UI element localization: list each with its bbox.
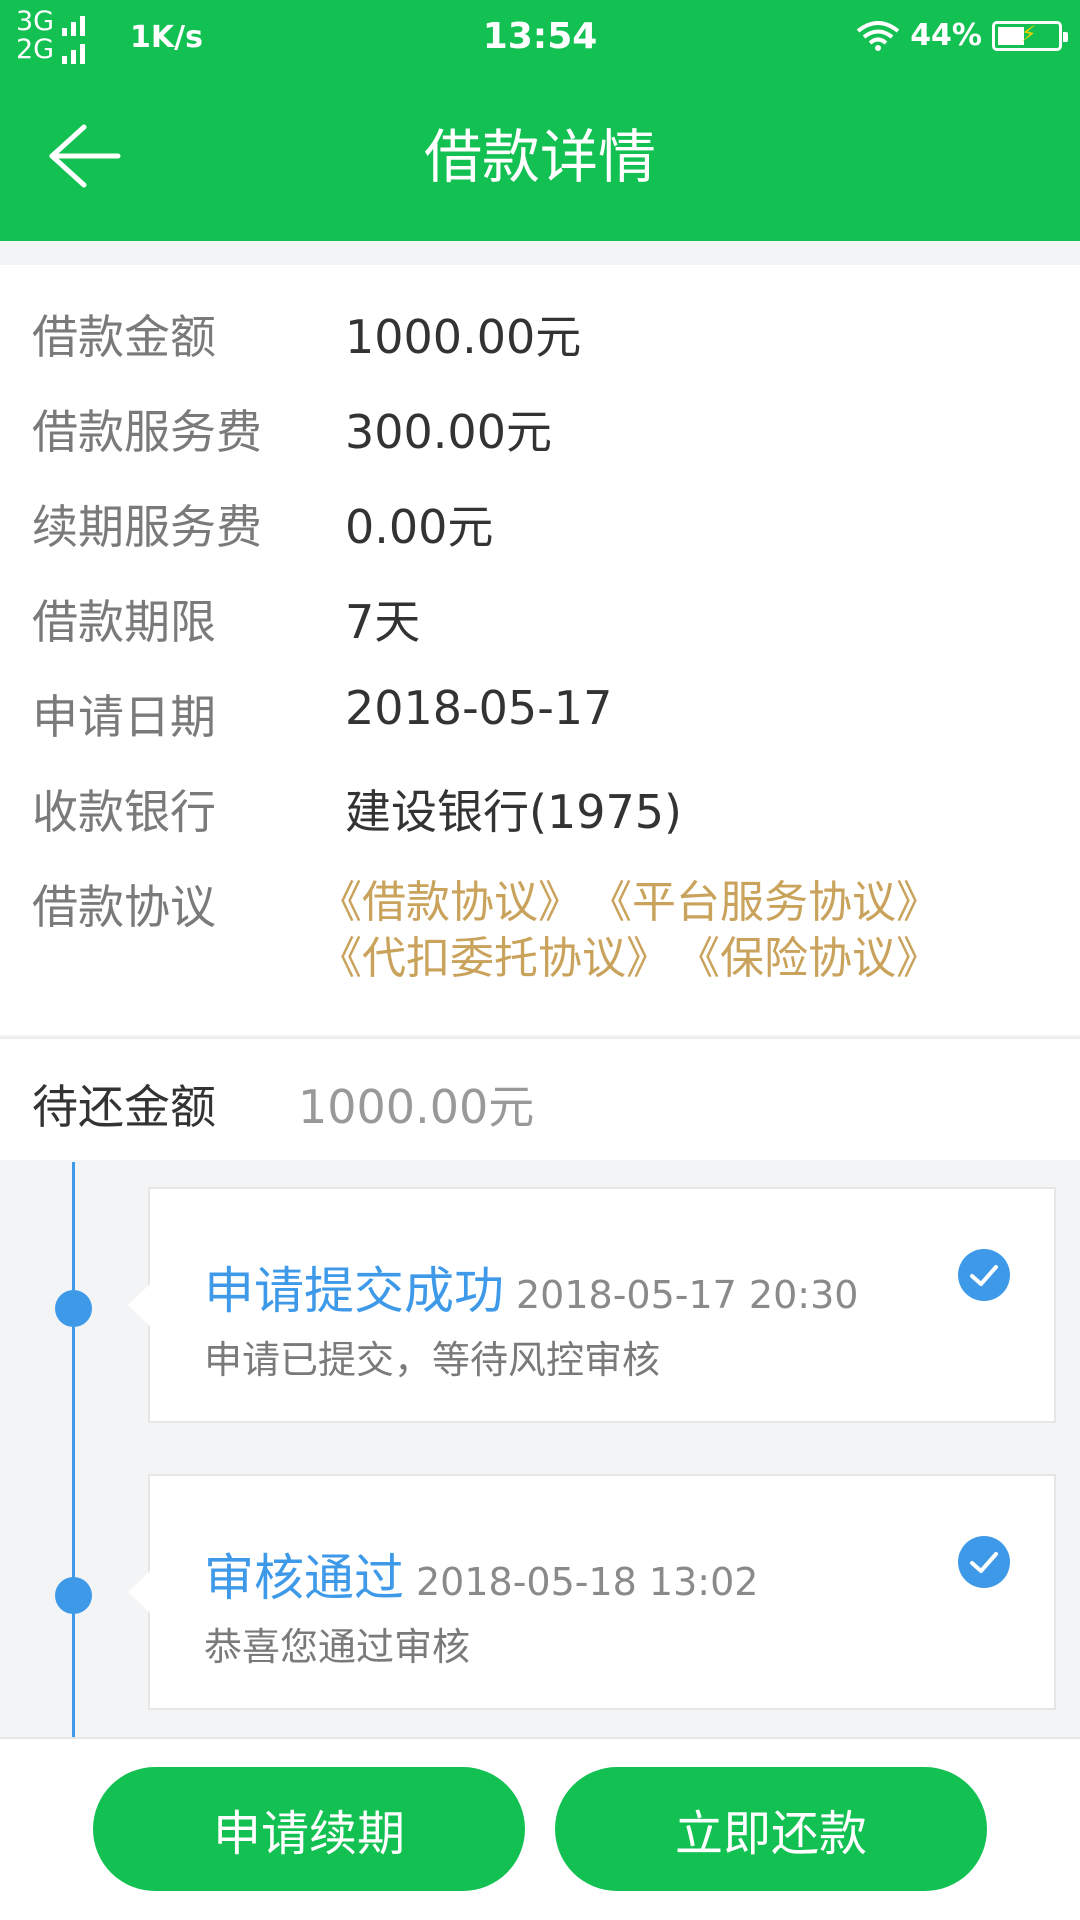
timeline-time: 2018-05-17 20:30 xyxy=(516,1273,859,1317)
repay-button[interactable]: 立即还款 xyxy=(555,1767,987,1891)
link-withholding-agreement[interactable]: 《代扣委托协议》 xyxy=(318,931,670,987)
charging-bolt-icon: ⚡ xyxy=(1021,21,1037,47)
detail-row: 续期服务费 0.00元 xyxy=(0,475,1080,570)
detail-label: 续期服务费 xyxy=(32,500,262,554)
timeline-title-line: 申请提交成功 2018-05-17 20:30 xyxy=(204,1251,858,1323)
check-circle-icon xyxy=(958,1249,1010,1301)
timeline-desc: 恭喜您通过审核 xyxy=(204,1625,471,1669)
timeline-title: 审核通过 xyxy=(204,1549,404,1607)
timeline-time: 2018-05-18 13:02 xyxy=(416,1560,759,1604)
detail-value: 7天 xyxy=(345,595,421,649)
detail-label: 借款期限 xyxy=(32,595,216,649)
check-circle-icon xyxy=(958,1536,1010,1588)
page-title: 借款详情 xyxy=(423,123,656,191)
link-platform-service-agreement[interactable]: 《平台服务协议》 xyxy=(588,875,940,931)
detail-value: 2018-05-17 xyxy=(345,681,613,735)
timeline-title-line: 审核通过 2018-05-18 13:02 xyxy=(204,1538,758,1610)
pending-label: 待还金额 xyxy=(32,1080,216,1134)
battery-icon: ⚡ xyxy=(992,20,1068,51)
pending-value: 1000.00元 xyxy=(298,1080,535,1134)
detail-value: 300.00元 xyxy=(345,405,552,459)
timeline-desc: 申请已提交，等待风控审核 xyxy=(204,1338,661,1382)
timeline-card: 申请提交成功 2018-05-17 20:30 申请已提交，等待风控审核 xyxy=(128,1187,1056,1423)
detail-row: 借款服务费 300.00元 xyxy=(0,380,1080,475)
timeline-dot xyxy=(55,1577,92,1614)
timeline-card: 审核通过 2018-05-18 13:02 恭喜您通过审核 xyxy=(128,1474,1056,1710)
detail-row: 申请日期 2018-05-17 xyxy=(0,665,1080,760)
bottom-action-bar: 申请续期 立即还款 xyxy=(0,1737,1080,1920)
detail-value: 1000.00元 xyxy=(345,310,582,364)
detail-label: 借款协议 xyxy=(32,880,216,934)
app-header: 借款详情 xyxy=(0,73,1080,241)
detail-row: 借款金额 1000.00元 xyxy=(0,285,1080,380)
link-loan-agreement[interactable]: 《借款协议》 xyxy=(318,875,582,931)
detail-label: 借款金额 xyxy=(32,310,216,364)
pending-amount-row: 待还金额 1000.00元 xyxy=(0,1037,1080,1160)
wifi-icon xyxy=(856,20,900,51)
timeline-title: 申请提交成功 xyxy=(204,1262,504,1320)
detail-value: 0.00元 xyxy=(345,500,494,554)
detail-row: 借款期限 7天 xyxy=(0,570,1080,665)
timeline-dot xyxy=(55,1290,92,1327)
detail-row: 收款银行 建设银行(1975) xyxy=(0,760,1080,855)
detail-label: 借款服务费 xyxy=(32,405,262,459)
battery-percent: 44% xyxy=(910,18,982,53)
status-timeline: 申请提交成功 2018-05-17 20:30 申请已提交，等待风控审核 审核通过… xyxy=(0,1162,1080,1737)
renew-button[interactable]: 申请续期 xyxy=(93,1767,525,1891)
loan-detail-page: 3G 2G 1K/s 13:54 44% ⚡ 借款详情 借款金额 1000.00… xyxy=(0,0,1080,1920)
timeline-line xyxy=(72,1162,75,1737)
loan-details: 借款金额 1000.00元 借款服务费 300.00元 续期服务费 0.00元 … xyxy=(0,265,1080,1035)
detail-value: 建设银行(1975) xyxy=(345,785,682,839)
detail-label: 申请日期 xyxy=(32,690,216,744)
link-insurance-agreement[interactable]: 《保险协议》 xyxy=(676,931,940,987)
status-bar: 3G 2G 1K/s 13:54 44% ⚡ xyxy=(0,0,1080,73)
agreement-links: 《借款协议》 《平台服务协议》 《代扣委托协议》 《保险协议》 xyxy=(318,875,1058,987)
detail-label: 收款银行 xyxy=(32,785,216,839)
status-right: 44% ⚡ xyxy=(856,18,1068,53)
